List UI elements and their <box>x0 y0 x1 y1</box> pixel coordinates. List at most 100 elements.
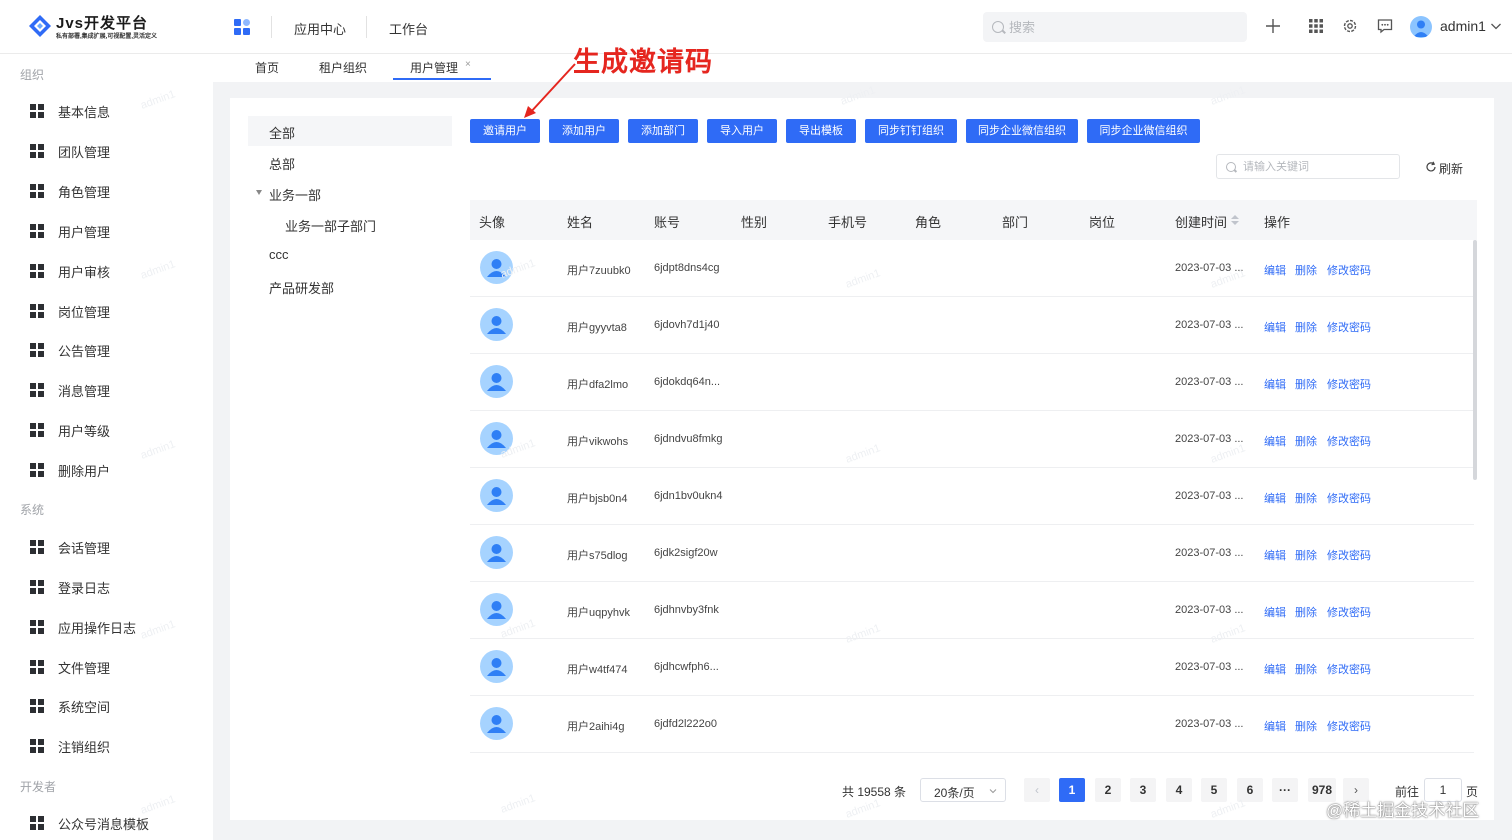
tree-item-biz-dept-1[interactable]: 业务一部 <box>248 178 452 208</box>
edit-link[interactable]: 编辑 <box>1264 433 1286 449</box>
sidebar-item-login-log[interactable]: 登录日志 <box>30 575 200 599</box>
delete-link[interactable]: 删除 <box>1295 604 1317 620</box>
sort-icon[interactable] <box>1231 215 1239 227</box>
page-button[interactable]: 2 <box>1095 778 1121 802</box>
grid-icon <box>30 540 44 554</box>
prev-page-button[interactable]: ‹ <box>1024 778 1050 802</box>
message-icon[interactable] <box>1376 17 1394 35</box>
change-password-link[interactable]: 修改密码 <box>1327 490 1371 506</box>
tab-close-icon[interactable]: × <box>465 59 471 70</box>
sidebar-item-user-level[interactable]: 用户等级 <box>30 418 200 442</box>
page-button[interactable]: 1 <box>1059 778 1085 802</box>
edit-link[interactable]: 编辑 <box>1264 547 1286 563</box>
export-template-button[interactable]: 导出模板 <box>786 119 856 143</box>
keyword-input[interactable] <box>1243 158 1393 175</box>
watermark: admin1 <box>499 792 538 816</box>
tab-home[interactable]: 首页 <box>255 59 279 76</box>
plus-icon[interactable] <box>1264 17 1282 35</box>
column-header-created[interactable]: 创建时间 <box>1175 212 1227 231</box>
chevron-down-icon[interactable] <box>1490 20 1502 32</box>
user-avatar[interactable] <box>1410 16 1432 38</box>
page-ellipsis-button[interactable]: ··· <box>1272 778 1298 802</box>
change-password-link[interactable]: 修改密码 <box>1327 547 1371 563</box>
delete-link[interactable]: 删除 <box>1295 490 1317 506</box>
edit-link[interactable]: 编辑 <box>1264 319 1286 335</box>
page-button[interactable]: 6 <box>1237 778 1263 802</box>
delete-link[interactable]: 删除 <box>1295 547 1317 563</box>
edit-link[interactable]: 编辑 <box>1264 718 1286 734</box>
global-search-input[interactable] <box>1009 17 1229 37</box>
sync-dingtalk-button[interactable]: 同步钉钉组织 <box>865 119 957 143</box>
tab-tenant-org[interactable]: 租户组织 <box>319 59 367 76</box>
sidebar-item-user-review[interactable]: 用户审核 <box>30 259 200 283</box>
sync-wecom-button[interactable]: 同步企业微信组织 <box>966 119 1078 143</box>
annotation-label: 生成邀请码 <box>573 47 713 77</box>
app-grid-icon[interactable] <box>233 18 251 36</box>
nav-app-center[interactable]: 应用中心 <box>294 19 346 38</box>
delete-link[interactable]: 删除 <box>1295 262 1317 278</box>
sidebar-item-basic-info[interactable]: 基本信息 <box>30 99 200 123</box>
cell-account: 6jdpt8dns4cg <box>654 262 720 274</box>
add-user-button[interactable]: 添加用户 <box>549 119 619 143</box>
tree-item-hq[interactable]: 总部 <box>248 147 452 177</box>
change-password-link[interactable]: 修改密码 <box>1327 262 1371 278</box>
tree-item-biz-dept-1-sub[interactable]: 业务一部子部门 <box>248 209 452 239</box>
change-password-link[interactable]: 修改密码 <box>1327 433 1371 449</box>
global-search[interactable] <box>983 12 1247 42</box>
add-department-button[interactable]: 添加部门 <box>628 119 698 143</box>
edit-link[interactable]: 编辑 <box>1264 262 1286 278</box>
sidebar-item-label: 基本信息 <box>58 105 111 120</box>
page-size-select[interactable]: 20条/页 <box>920 778 1006 802</box>
edit-link[interactable]: 编辑 <box>1264 376 1286 392</box>
change-password-link[interactable]: 修改密码 <box>1327 376 1371 392</box>
delete-link[interactable]: 删除 <box>1295 376 1317 392</box>
sidebar-item-team[interactable]: 团队管理 <box>30 139 200 163</box>
grid-menu-icon[interactable] <box>1307 17 1325 35</box>
sidebar-item-deleted-users[interactable]: 删除用户 <box>30 458 200 482</box>
page-button[interactable]: 3 <box>1130 778 1156 802</box>
sidebar-item-wechat-template[interactable]: 公众号消息模板 <box>30 811 200 835</box>
logo[interactable]: Jvs开发平台 私有部署,集成扩展,可视配置,灵活定义 <box>28 12 188 42</box>
delete-link[interactable]: 删除 <box>1295 319 1317 335</box>
tree-item-rnd[interactable]: 产品研发部 <box>248 271 452 301</box>
edit-link[interactable]: 编辑 <box>1264 661 1286 677</box>
page-button[interactable]: 5 <box>1201 778 1227 802</box>
refresh-button[interactable]: 刷新 <box>1426 160 1463 177</box>
caret-down-icon[interactable] <box>256 190 262 195</box>
sidebar-item-label: 注销组织 <box>58 740 111 755</box>
sidebar-item-system-space[interactable]: 系统空间 <box>30 694 200 718</box>
sidebar-item-announcements[interactable]: 公告管理 <box>30 338 200 362</box>
sidebar-item-messages[interactable]: 消息管理 <box>30 378 200 402</box>
change-password-link[interactable]: 修改密码 <box>1327 661 1371 677</box>
cell-account: 6jdndvu8fmkg <box>654 433 723 445</box>
delete-link[interactable]: 删除 <box>1295 718 1317 734</box>
change-password-link[interactable]: 修改密码 <box>1327 604 1371 620</box>
sidebar-item-app-log[interactable]: 应用操作日志 <box>30 615 200 639</box>
delete-link[interactable]: 删除 <box>1295 433 1317 449</box>
sync-wecom-button-2[interactable]: 同步企业微信组织 <box>1087 119 1200 143</box>
keyword-search[interactable] <box>1216 154 1400 179</box>
nav-workbench[interactable]: 工作台 <box>389 19 428 38</box>
tree-item-ccc[interactable]: ccc <box>248 240 452 270</box>
change-password-link[interactable]: 修改密码 <box>1327 718 1371 734</box>
tree-item-all[interactable]: 全部 <box>248 116 452 146</box>
settings-gear-icon[interactable] <box>1341 17 1359 35</box>
page-button[interactable]: 4 <box>1166 778 1192 802</box>
table-scrollbar[interactable] <box>1473 240 1477 480</box>
sidebar-item-files[interactable]: 文件管理 <box>30 655 200 679</box>
change-password-link[interactable]: 修改密码 <box>1327 319 1371 335</box>
invite-user-button[interactable]: 邀请用户 <box>470 119 540 143</box>
cell-name: 用户bjsb0n4 <box>567 493 628 505</box>
edit-link[interactable]: 编辑 <box>1264 490 1286 506</box>
edit-link[interactable]: 编辑 <box>1264 604 1286 620</box>
sidebar-item-users[interactable]: 用户管理 <box>30 219 200 243</box>
sidebar-item-label: 公告管理 <box>58 344 111 359</box>
user-name[interactable]: admin1 <box>1440 18 1486 34</box>
tab-user-management[interactable]: 用户管理 <box>410 59 458 76</box>
sidebar-item-positions[interactable]: 岗位管理 <box>30 299 200 323</box>
delete-link[interactable]: 删除 <box>1295 661 1317 677</box>
sidebar-item-sessions[interactable]: 会话管理 <box>30 535 200 559</box>
sidebar-item-cancel-org[interactable]: 注销组织 <box>30 734 200 758</box>
import-users-button[interactable]: 导入用户 <box>707 119 777 143</box>
sidebar-item-roles[interactable]: 角色管理 <box>30 179 200 203</box>
